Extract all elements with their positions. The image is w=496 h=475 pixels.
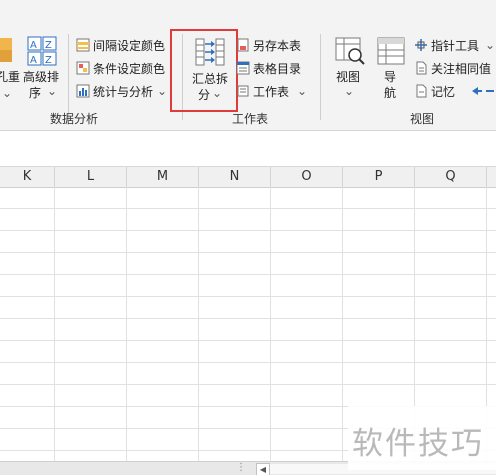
grid-line — [126, 187, 127, 461]
advanced-sort-label-1: 高级排 — [23, 70, 60, 84]
stats-analysis-label: 统计与分析 — [93, 84, 154, 99]
pointer-tool-label: 指针工具 — [431, 38, 480, 53]
navigation-button[interactable]: 导 航 — [374, 34, 408, 106]
alt-row-color-button[interactable]: 间隔设定颜色 — [76, 35, 165, 55]
column-header-k[interactable]: K — [0, 167, 55, 187]
follow-same-button[interactable]: 关注相同值 — [414, 58, 491, 78]
save-sheet-button[interactable]: 另存本表 — [236, 35, 301, 55]
worksheet-menu-caret: ⌄ — [297, 84, 308, 98]
view-group-label: 视图 — [410, 112, 435, 126]
memo-button[interactable]: 记忆 — [414, 81, 455, 101]
grid-line — [0, 208, 496, 209]
grid-line — [342, 187, 343, 461]
splitter-handle[interactable]: ⋮ — [236, 462, 247, 473]
worksheet-icon — [237, 85, 249, 97]
grid-line — [270, 187, 271, 461]
stats-icon — [76, 84, 90, 98]
column-header-q[interactable]: Q — [415, 167, 487, 187]
table-toc-icon — [236, 61, 250, 75]
column-header-p[interactable]: P — [343, 167, 415, 187]
pointer-tool-caret: ⌄ — [485, 38, 496, 52]
svg-text:Z: Z — [45, 55, 52, 66]
back-arrow-button[interactable] — [470, 81, 494, 101]
advanced-sort-caret: ⌄ — [47, 84, 58, 98]
grid-line — [0, 384, 496, 385]
memo-icon — [416, 84, 427, 98]
advanced-sort-button[interactable]: A Z A Z 高级排 序 ⌄ — [21, 34, 63, 106]
grid-line — [54, 187, 55, 461]
partial-left-caret: ⌄ — [2, 86, 13, 100]
navigation-label-2: 航 — [384, 86, 397, 100]
follow-same-label: 关注相同值 — [431, 61, 492, 76]
column-header-partial[interactable] — [487, 167, 496, 187]
crosshair-icon — [415, 39, 427, 51]
grid-line — [198, 187, 199, 461]
worksheet-menu-label: 工作表 — [253, 84, 290, 99]
grid-line — [0, 274, 496, 275]
column-header-m[interactable]: M — [127, 167, 199, 187]
advanced-sort-label-2: 序 — [29, 86, 42, 100]
grid-line — [0, 340, 496, 341]
table-toc-label: 表格目录 — [253, 61, 302, 76]
scroll-left-button[interactable]: ◀ — [256, 463, 270, 475]
grid-icon — [0, 38, 12, 62]
grid-line — [0, 318, 496, 319]
view-caret: ⌄ — [344, 84, 355, 98]
ribbon: 孔重 ⌄ A Z A Z 高级排 序 ⌄ 间隔设定颜色 条件设定颜色 统计与分析… — [0, 0, 496, 131]
data-analysis-group-label: 数据分析 — [50, 112, 99, 126]
view-label: 视图 — [336, 70, 361, 84]
formula-bar-area — [0, 131, 496, 166]
separator — [68, 34, 69, 120]
memo-label: 记忆 — [431, 84, 456, 99]
separator — [320, 34, 321, 120]
column-header-n[interactable]: N — [199, 167, 271, 187]
save-sheet-icon — [237, 38, 249, 52]
partial-left-button[interactable]: 孔重 ⌄ — [0, 34, 20, 104]
cond-color-label: 条件设定颜色 — [93, 61, 166, 76]
column-header-l[interactable]: L — [55, 167, 127, 187]
highlight-box — [170, 29, 238, 112]
table-toc-button[interactable]: 表格目录 — [236, 58, 301, 78]
document-icon — [416, 61, 427, 75]
column-headers: K L M N O P Q — [0, 166, 496, 188]
svg-text:A: A — [30, 40, 37, 51]
view-button[interactable]: 视图 ⌄ — [330, 34, 370, 106]
save-sheet-label: 另存本表 — [253, 38, 302, 53]
cond-color-button[interactable]: 条件设定颜色 — [76, 58, 165, 78]
grid-line — [0, 230, 496, 231]
svg-text:A: A — [30, 55, 37, 66]
column-header-o[interactable]: O — [271, 167, 343, 187]
navigation-icon — [377, 37, 405, 65]
watermark: 软件技巧 — [348, 406, 496, 470]
stats-analysis-button[interactable]: 统计与分析 ⌄ — [76, 81, 167, 101]
navigation-label-1: 导 — [384, 70, 397, 84]
conditional-color-icon — [76, 61, 90, 75]
alt-row-color-label: 间隔设定颜色 — [93, 38, 166, 53]
watermark-text: 软件技巧 — [352, 426, 484, 462]
grid-line — [0, 252, 496, 253]
worksheet-menu-button[interactable]: 工作表 ⌄ — [236, 81, 307, 101]
stats-analysis-caret: ⌄ — [157, 84, 168, 98]
back-arrow-icon — [472, 87, 494, 95]
view-icon — [335, 37, 365, 65]
worksheet-group-label: 工作表 — [232, 112, 269, 126]
grid-line — [0, 296, 496, 297]
pointer-tool-button[interactable]: 指针工具 ⌄ — [414, 35, 495, 55]
svg-text:Z: Z — [45, 40, 52, 51]
stripe-table-icon — [76, 38, 90, 52]
sort-az-icon: A Z A Z — [27, 36, 57, 66]
grid-line — [0, 362, 496, 363]
spreadsheet-window: 孔重 ⌄ A Z A Z 高级排 序 ⌄ 间隔设定颜色 条件设定颜色 统计与分析… — [0, 0, 496, 475]
partial-left-label: 孔重 — [0, 70, 21, 84]
